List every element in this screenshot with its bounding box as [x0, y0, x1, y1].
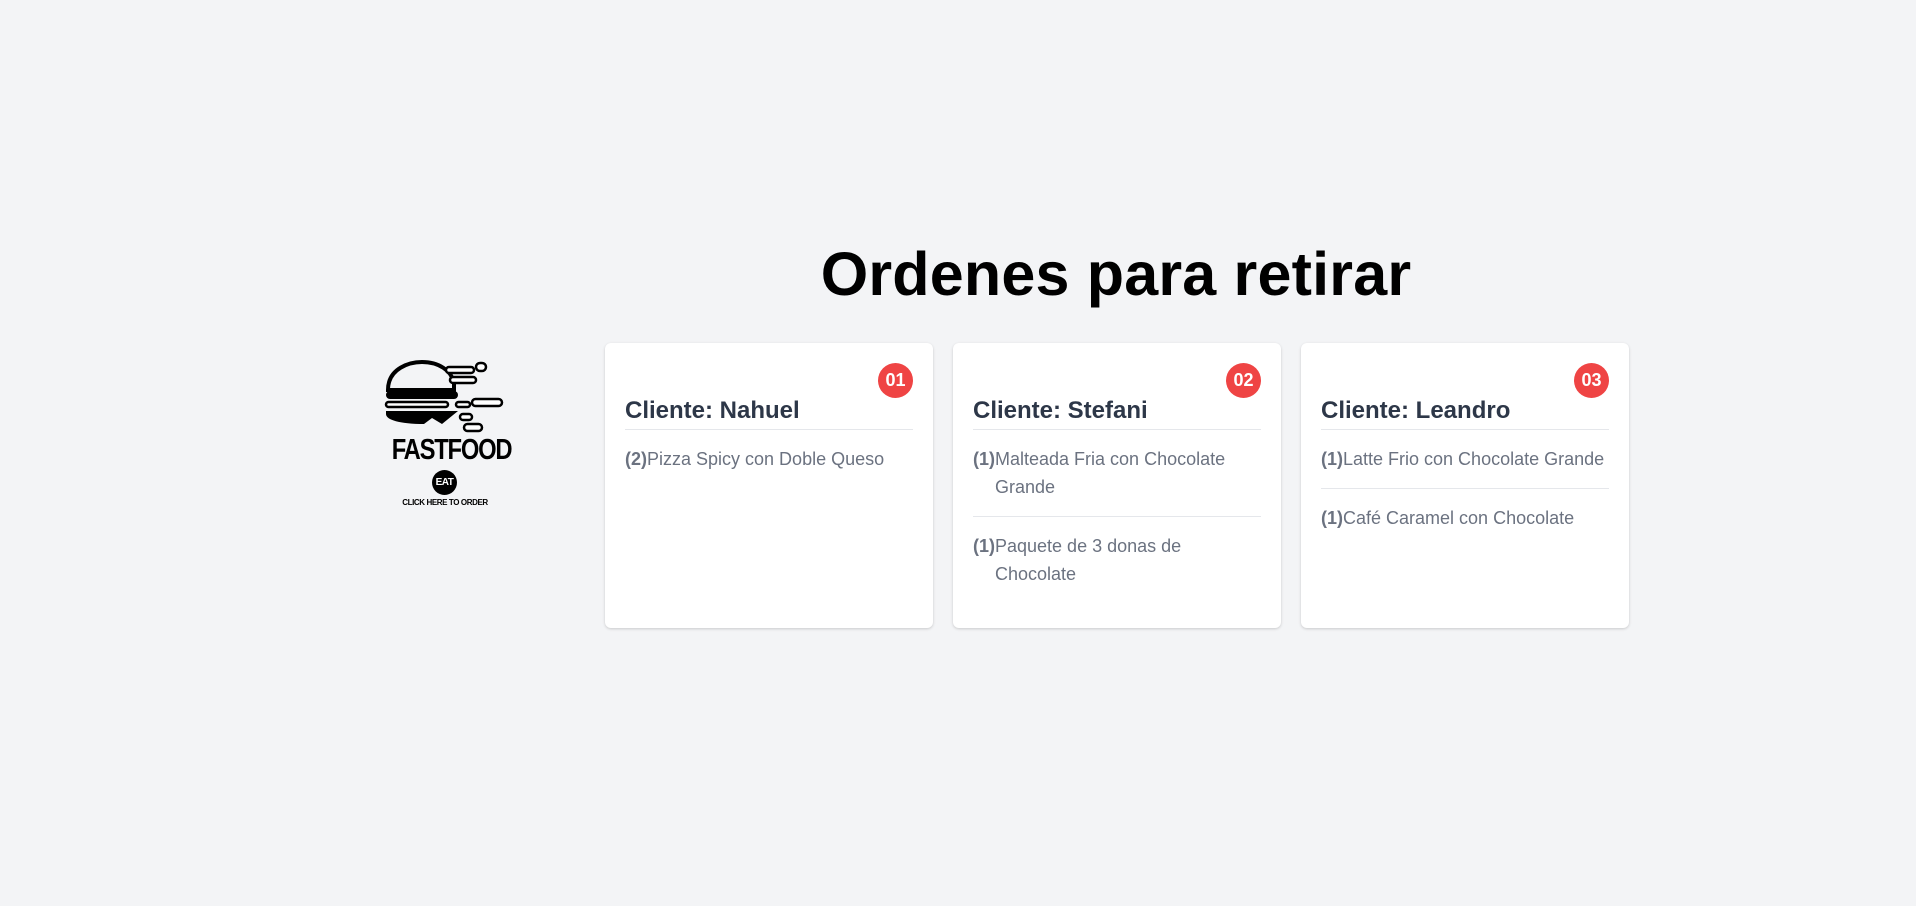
order-card: 02 Cliente: Stefani (1) Malteada Fria co… [953, 343, 1281, 628]
item-product: Paquete de 3 donas de Chocolate [995, 536, 1182, 584]
order-items: (2) Pizza Spicy con Doble Queso [625, 430, 913, 488]
item-quantity: (2) [625, 449, 647, 469]
order-item: (1) Café Caramel con Chocolate [1321, 489, 1609, 547]
brand-name: FASTFOOD [391, 434, 513, 466]
item-product: Pizza Spicy con Doble Queso [647, 449, 885, 469]
client-name: Cliente: Leandro [1321, 397, 1609, 430]
orders-list: 01 Cliente: Nahuel (2) Pizza Spicy con D… [605, 343, 1629, 628]
item-quantity: (1) [973, 449, 995, 469]
order-item: (2) Pizza Spicy con Doble Queso [625, 430, 913, 488]
order-item: (1) Malteada Fria con Chocolate Grande [973, 430, 1261, 517]
order-item: (1) Latte Frio con Chocolate Grande [1321, 430, 1609, 489]
fastfood-logo: FASTFOOD EAT CLICK HERE TO ORDER [380, 358, 513, 518]
order-cta-text: CLICK HERE TO ORDER [402, 498, 488, 507]
item-quantity: (1) [1321, 508, 1343, 528]
order-number-badge: 02 [1226, 363, 1261, 398]
order-number-badge: 01 [878, 363, 913, 398]
client-name: Cliente: Nahuel [625, 397, 913, 430]
order-number-badge: 03 [1574, 363, 1609, 398]
client-name: Cliente: Stefani [973, 397, 1261, 430]
order-items: (1) Malteada Fria con Chocolate Grande (… [973, 430, 1261, 603]
order-items: (1) Latte Frio con Chocolate Grande (1) … [1321, 430, 1609, 547]
item-product: Café Caramel con Chocolate [1343, 508, 1575, 528]
order-item: (1) Paquete de 3 donas de Chocolate [973, 517, 1261, 603]
page-title: Ordenes para retirar [820, 240, 1412, 308]
item-quantity: (1) [973, 536, 995, 556]
eat-badge: EAT [432, 470, 457, 495]
order-card: 01 Cliente: Nahuel (2) Pizza Spicy con D… [605, 343, 933, 628]
orders-page: FASTFOOD EAT CLICK HERE TO ORDER Ordenes… [0, 0, 1916, 906]
burger-icon [384, 359, 504, 433]
order-card: 03 Cliente: Leandro (1) Latte Frio con C… [1301, 343, 1629, 628]
item-product: Latte Frio con Chocolate Grande [1343, 449, 1605, 469]
item-quantity: (1) [1321, 449, 1343, 469]
item-product: Malteada Fria con Chocolate Grande [995, 449, 1226, 497]
